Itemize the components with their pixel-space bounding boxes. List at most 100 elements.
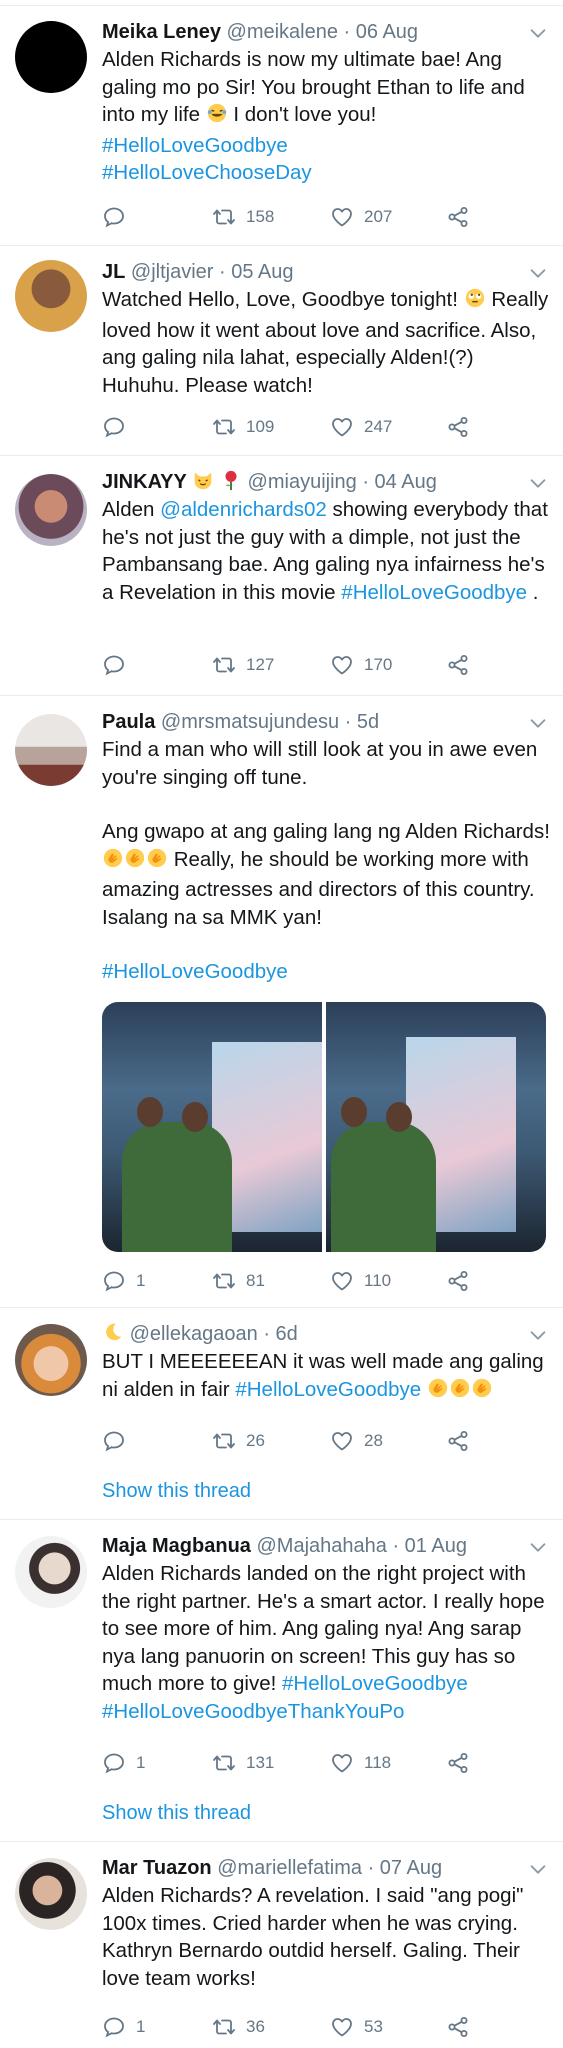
handle[interactable]: @mariellefatima [217, 1857, 362, 1879]
share-button[interactable] [446, 204, 470, 230]
handle[interactable]: @miayuijing [248, 471, 357, 493]
hashtag-link[interactable]: #HelloLoveGoodbye [102, 134, 288, 157]
timestamp[interactable]: · 05 Aug [219, 261, 294, 283]
tweet-text-part: . [527, 580, 539, 604]
like-count: 118 [364, 1753, 392, 1772]
heart-icon [330, 205, 354, 229]
reply-icon [102, 1429, 126, 1453]
chevron-down-icon[interactable] [527, 1536, 549, 1558]
avatar[interactable] [15, 1536, 87, 1608]
tweet-text: BUT I MEEEEEEAN it was well made ang gal… [102, 1348, 551, 1406]
display-name[interactable]: Maja Magbanua [102, 1535, 251, 1557]
display-name[interactable]: Paula [102, 711, 155, 733]
hashtag-link[interactable]: #HelloLoveGoodbye [102, 960, 288, 983]
retweet-button[interactable]: 131 [212, 1750, 274, 1776]
avatar[interactable] [15, 1324, 87, 1396]
tweet[interactable]: JINKAYY @miayuijing · 04 Aug Alden @alde… [0, 456, 563, 696]
chevron-down-icon[interactable] [527, 1324, 549, 1346]
mention-link[interactable]: @aldenrichards02 [160, 498, 327, 521]
tweet[interactable]: JL @jltjavier · 05 Aug Watched Hello, Lo… [0, 246, 563, 456]
avatar[interactable] [15, 1858, 87, 1930]
timestamp[interactable]: · 5d [345, 711, 379, 733]
like-button[interactable]: 28 [330, 1428, 383, 1454]
display-name[interactable]: JL [102, 261, 125, 283]
retweet-button[interactable]: 81 [212, 1268, 265, 1294]
reply-button[interactable]: 1 [102, 2014, 145, 2040]
like-button[interactable]: 118 [330, 1750, 391, 1776]
like-count: 207 [364, 207, 393, 226]
share-button[interactable] [446, 1750, 470, 1776]
tweet-text-part: Alden Richards? A revelation. I said "an… [102, 1884, 524, 1990]
like-button[interactable]: 170 [330, 652, 392, 678]
retweet-icon [212, 2015, 236, 2039]
photo[interactable] [326, 1002, 546, 1252]
display-name[interactable]: Meika Leney [102, 21, 221, 43]
like-count: 110 [364, 1271, 392, 1290]
reply-button[interactable]: 1 [102, 1268, 145, 1294]
timestamp[interactable]: · 01 Aug [392, 1535, 467, 1557]
chevron-down-icon[interactable] [527, 22, 549, 44]
handle[interactable]: @Majahahaha [256, 1535, 386, 1557]
avatar[interactable] [15, 474, 87, 546]
chevron-down-icon[interactable] [527, 262, 549, 284]
retweet-button[interactable]: 26 [212, 1428, 265, 1454]
share-button[interactable] [446, 2014, 470, 2040]
like-button[interactable]: 247 [330, 414, 392, 440]
avatar[interactable] [15, 714, 87, 786]
share-button[interactable] [446, 652, 470, 678]
tweet-text: Alden @aldenrichards02 showing everybody… [102, 496, 551, 606]
timestamp[interactable]: · 07 Aug [368, 1857, 443, 1879]
timestamp[interactable]: · 6d [263, 1323, 297, 1345]
reply-icon [102, 415, 126, 439]
photo-grid[interactable] [102, 1002, 546, 1252]
tweet[interactable]: Mar Tuazon @mariellefatima · 07 Aug Alde… [0, 1842, 563, 2048]
handle[interactable]: @ellekagaoan [130, 1323, 258, 1345]
reply-button[interactable] [102, 204, 126, 230]
chevron-down-icon[interactable] [527, 712, 549, 734]
timestamp[interactable]: · 06 Aug [344, 21, 419, 43]
tweet-text: Watched Hello, Love, Goodbye tonight! Re… [102, 286, 551, 399]
show-thread-link[interactable]: Show this thread [102, 1802, 251, 1825]
retweet-button[interactable]: 36 [212, 2014, 265, 2040]
tweet[interactable]: @ellekagaoan · 6d BUT I MEEEEEEAN it was… [0, 1308, 563, 1520]
tweet[interactable]: Meika Leney @meikalene · 06 Aug Alden Ri… [0, 6, 563, 246]
retweet-button[interactable]: 158 [212, 204, 274, 230]
display-name[interactable]: JINKAYY [102, 471, 187, 493]
like-button[interactable]: 53 [330, 2014, 383, 2040]
hashtag-link[interactable]: #HelloLoveChooseDay [102, 161, 312, 184]
reply-count: 1 [136, 1271, 146, 1290]
show-thread-link[interactable]: Show this thread [102, 1480, 251, 1503]
avatar[interactable] [15, 21, 87, 93]
handle[interactable]: @mrsmatsujundesu [161, 711, 339, 733]
timestamp[interactable]: · 04 Aug [362, 471, 437, 493]
reply-button[interactable] [102, 414, 126, 440]
reply-button[interactable] [102, 652, 126, 678]
chevron-down-icon[interactable] [527, 1858, 549, 1880]
like-button[interactable]: 207 [330, 204, 392, 230]
share-button[interactable] [446, 1268, 470, 1294]
like-count: 53 [364, 2017, 383, 2036]
like-button[interactable]: 110 [330, 1268, 391, 1294]
tweet[interactable]: Paula @mrsmatsujundesu · 5d Find a man w… [0, 696, 563, 1308]
reply-button[interactable] [102, 1428, 126, 1454]
retweet-button[interactable]: 127 [212, 652, 274, 678]
hashtag-link[interactable]: #HelloLoveGoodbye [235, 1378, 421, 1401]
tweet-paragraph: Find a man who will still look at you in… [102, 738, 538, 789]
chevron-down-icon[interactable] [527, 472, 549, 494]
share-button[interactable] [446, 1428, 470, 1454]
handle[interactable]: @jltjavier [131, 261, 214, 283]
reply-button[interactable]: 1 [102, 1750, 145, 1776]
handle[interactable]: @meikalene [227, 21, 338, 43]
heart-icon [330, 1751, 354, 1775]
clapping-hands-emoji-icon [102, 847, 168, 877]
share-button[interactable] [446, 414, 470, 440]
display-name[interactable]: Mar Tuazon [102, 1857, 212, 1879]
hashtag-link[interactable]: #HelloLoveGoodbye [341, 581, 527, 604]
hashtag-link[interactable]: #HelloLoveGoodbyeThankYouPo [102, 1700, 404, 1723]
photo[interactable] [102, 1002, 322, 1252]
retweet-button[interactable]: 109 [212, 414, 274, 440]
like-count: 170 [364, 655, 393, 674]
avatar[interactable] [15, 260, 87, 332]
hashtag-link[interactable]: #HelloLoveGoodbye [282, 1672, 468, 1695]
tweet[interactable]: Maja Magbanua @Majahahaha · 01 Aug Alden… [0, 1520, 563, 1842]
